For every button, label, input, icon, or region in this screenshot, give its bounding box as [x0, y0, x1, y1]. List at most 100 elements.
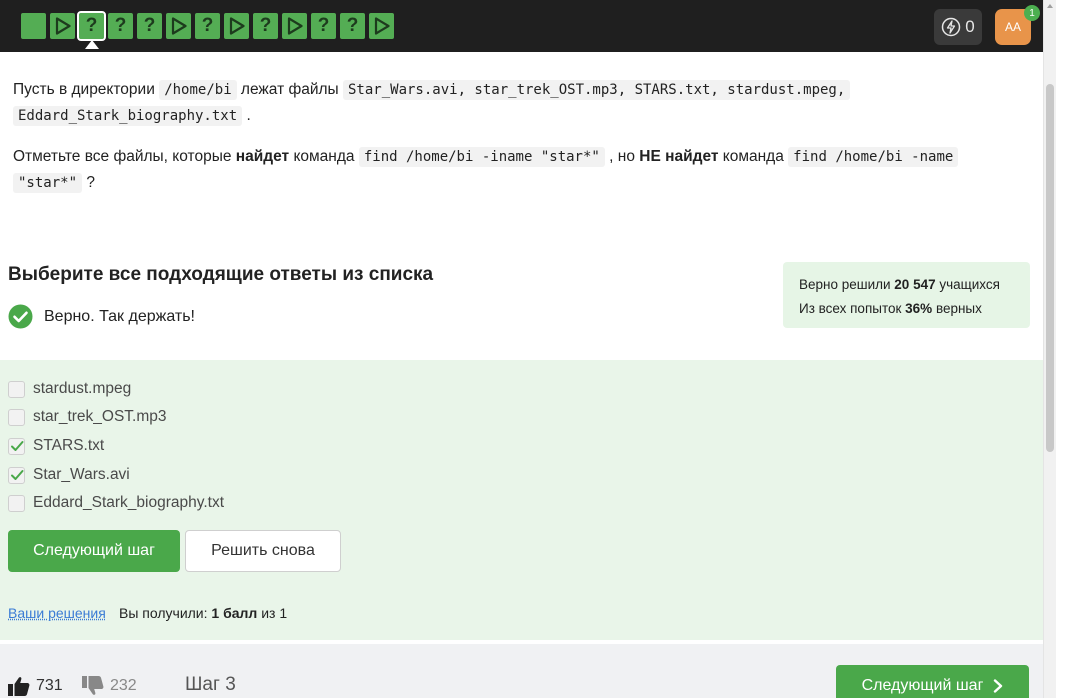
question-mark-icon: ? [114, 15, 127, 36]
stats-text: Из всех попыток [799, 301, 906, 316]
notification-badge: 1 [1024, 5, 1040, 21]
answer-label: Star_Wars.avi [33, 466, 130, 483]
quiz-heading: Выберите все подходящие ответы из списка [8, 264, 434, 285]
window-edge [1056, 0, 1066, 698]
question-mark-icon: ? [317, 15, 330, 36]
code-command-name-pattern: "star*" [13, 173, 83, 193]
check-circle-icon [8, 304, 33, 329]
scrollbar-thumb[interactable] [1046, 84, 1054, 452]
top-navigation-bar: ??????? 0 AA 1 [0, 0, 1043, 52]
question-text: Отметьте все файлы, которые [13, 148, 236, 165]
score-total: из 1 [257, 605, 288, 621]
step-quiz-button[interactable]: ? [77, 11, 106, 49]
step-video-button[interactable] [369, 13, 394, 39]
thumbs-down-icon [82, 676, 104, 695]
stats-text: учащихся [935, 277, 1000, 292]
score-label: Вы получили: [119, 605, 212, 621]
lesson-steps: ??????? [21, 11, 394, 49]
question-text: Пусть в директории [13, 81, 160, 98]
play-icon [229, 17, 245, 35]
footer-next-label: Следующий шаг [861, 677, 984, 694]
step-video-button[interactable] [224, 13, 249, 39]
answer-option[interactable]: stardust.mpeg [8, 380, 131, 398]
solve-stats-panel: Верно решили 20 547 учащихся Из всех поп… [783, 262, 1030, 328]
step-quiz-button[interactable]: ? [311, 13, 336, 39]
question-mark-icon: ? [85, 15, 98, 36]
step-video-button[interactable] [50, 13, 75, 39]
answer-option[interactable]: Eddard_Stark_biography.txt [8, 494, 224, 512]
play-icon [55, 17, 71, 35]
result-text: Верно. Так держать! [44, 307, 195, 325]
step-text-button[interactable] [21, 13, 46, 39]
score-value: 1 балл [211, 605, 258, 621]
stats-attempts: Из всех попыток 36% верных [799, 297, 1030, 321]
vertical-scrollbar[interactable] [1043, 0, 1056, 698]
answer-label: star_trek_OST.mp3 [33, 408, 167, 425]
question-text: команда [289, 148, 359, 165]
stats-text: верных [932, 301, 982, 316]
step-quiz-button[interactable]: ? [137, 13, 162, 39]
answer-label: STARS.txt [33, 437, 105, 454]
stats-solved: Верно решили 20 547 учащихся [799, 273, 1030, 297]
answer-checkbox[interactable] [8, 466, 25, 484]
answer-option[interactable]: star_trek_OST.mp3 [8, 408, 167, 426]
footer-next-step-button[interactable]: Следующий шаг [836, 665, 1029, 698]
like-count: 731 [36, 677, 63, 694]
play-icon [287, 17, 303, 35]
question-paragraph-2: Отметьте все файлы, которые найдет коман… [13, 144, 993, 196]
your-solutions-link[interactable]: Ваши решения [8, 605, 106, 621]
question-text: команда [718, 148, 789, 165]
answer-label: stardust.mpeg [33, 380, 132, 397]
question-text: , но [604, 148, 640, 165]
chevron-right-icon [994, 679, 1003, 693]
stats-text: Верно решили [799, 277, 895, 292]
step-video-button[interactable] [166, 13, 191, 39]
step-video-button[interactable] [282, 13, 307, 39]
next-step-button[interactable]: Следующий шаг [8, 530, 180, 572]
score-text: Вы получили: 1 балл из 1 [119, 605, 287, 621]
dislike-button[interactable]: 232 [82, 676, 137, 696]
question-text: лежат файлы [236, 81, 343, 98]
answer-checkbox[interactable] [8, 437, 25, 455]
dislike-count: 232 [110, 677, 137, 694]
answer-checkbox[interactable] [8, 494, 25, 512]
question-text: . [242, 107, 251, 124]
question-paragraph-1: Пусть в директории /home/bi лежат файлы … [13, 77, 993, 129]
checkmark-icon [11, 469, 24, 480]
result-message: Верно. Так держать! [8, 304, 195, 329]
step-quiz-button[interactable]: ? [340, 13, 365, 39]
energy-counter[interactable]: 0 [934, 9, 982, 45]
stats-percent: 36% [905, 301, 933, 316]
step-quiz-button[interactable]: ? [195, 13, 220, 39]
code-command-iname: find /home/bi -iname "star*" [358, 147, 605, 167]
energy-count: 0 [965, 17, 975, 36]
answer-label: Eddard_Stark_biography.txt [33, 494, 224, 511]
question-mark-icon: ? [346, 15, 359, 36]
answers-panel: stardust.mpeg star_trek_OST.mp3 STARS.txt S… [0, 360, 1043, 640]
step-quiz-button[interactable]: ? [253, 13, 278, 39]
step-number: Шаг 3 [185, 674, 236, 695]
question-mark-icon: ? [259, 15, 272, 36]
like-button[interactable]: 731 [8, 676, 63, 696]
solve-again-button[interactable]: Решить снова [185, 530, 341, 572]
answer-checkbox[interactable] [8, 380, 25, 398]
emphasis-text: найдет [235, 148, 290, 165]
step-quiz-button[interactable]: ? [108, 13, 133, 39]
play-icon [171, 17, 187, 35]
answer-option[interactable]: Star_Wars.avi [8, 466, 130, 484]
step-footer: 731 232 Шаг 3 Следующий шаг [0, 644, 1043, 698]
lightning-icon [942, 17, 961, 37]
question-text: ? [82, 174, 95, 191]
emphasis-text: НЕ найдет [639, 148, 719, 165]
code-directory: /home/bi [159, 80, 237, 100]
code-command-name: find /home/bi -name [788, 147, 959, 167]
code-file-list: Star_Wars.avi, star_trek_OST.mp3, STARS.… [343, 80, 851, 100]
question-mark-icon: ? [143, 15, 156, 36]
play-icon [374, 17, 390, 35]
scroll-up-arrow-icon[interactable] [1047, 4, 1053, 8]
thumbs-up-icon [8, 677, 30, 696]
code-file-list-cont: Eddard_Stark_biography.txt [13, 106, 243, 126]
answer-checkbox[interactable] [8, 408, 25, 426]
stats-count: 20 547 [894, 277, 936, 292]
answer-option[interactable]: STARS.txt [8, 437, 104, 455]
